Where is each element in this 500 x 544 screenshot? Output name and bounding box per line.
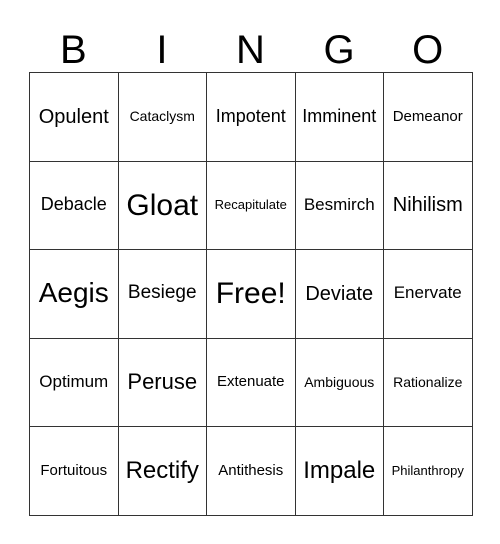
bingo-cell[interactable]: Cataclysm: [117, 72, 207, 162]
header-letter: O: [412, 28, 444, 72]
bingo-cell[interactable]: Extenuate: [206, 337, 296, 427]
bingo-cell[interactable]: Aegis: [29, 249, 119, 339]
bingo-row: Fortuitous Rectify Antithesis Impale Philant…: [29, 426, 473, 516]
bingo-cell[interactable]: Deviate: [294, 249, 384, 339]
bingo-cell[interactable]: Recapitulate: [206, 160, 296, 250]
bingo-cell[interactable]: Opulent: [29, 72, 119, 162]
bingo-grid: Opulent Cataclysm Impotent Imminent Demeanor…: [29, 72, 473, 516]
bingo-row: Aegis Besiege Free! Deviate Enervate: [29, 249, 473, 339]
bingo-row: Optimum Peruse Extenuate Ambiguous Rationali…: [29, 337, 473, 427]
bingo-cell[interactable]: Antithesis: [206, 426, 296, 516]
bingo-cell[interactable]: Enervate: [383, 249, 473, 339]
bingo-header: BINGO: [29, 26, 472, 74]
bingo-cell[interactable]: Imminent: [294, 72, 384, 162]
bingo-cell[interactable]: Besmirch: [294, 160, 384, 250]
bingo-cell[interactable]: Besiege: [117, 249, 207, 339]
bingo-cell[interactable]: Impale: [294, 426, 384, 516]
bingo-cell[interactable]: Peruse: [117, 337, 207, 427]
bingo-cell[interactable]: Rationalize: [383, 337, 473, 427]
bingo-cell[interactable]: Optimum: [29, 337, 119, 427]
bingo-cell[interactable]: Philanthropy: [383, 426, 473, 516]
bingo-cell[interactable]: Debacle: [29, 160, 119, 250]
bingo-cell[interactable]: Ambiguous: [294, 337, 384, 427]
bingo-cell[interactable]: Rectify: [117, 426, 207, 516]
header-letter: I: [156, 28, 168, 72]
bingo-cell[interactable]: Gloat: [117, 160, 207, 250]
header-letter: N: [236, 28, 265, 72]
header-letter: G: [323, 28, 355, 72]
bingo-row: Debacle Gloat Recapitulate Besmirch Nihilism: [29, 160, 473, 250]
bingo-row: Opulent Cataclysm Impotent Imminent Demeanor: [29, 72, 473, 162]
bingo-cell[interactable]: Impotent: [206, 72, 296, 162]
bingo-cell[interactable]: Fortuitous: [29, 426, 119, 516]
bingo-cell[interactable]: Demeanor: [383, 72, 473, 162]
free-space[interactable]: Free!: [206, 249, 296, 339]
header-letter: B: [59, 28, 87, 72]
bingo-cell[interactable]: Nihilism: [383, 160, 473, 250]
